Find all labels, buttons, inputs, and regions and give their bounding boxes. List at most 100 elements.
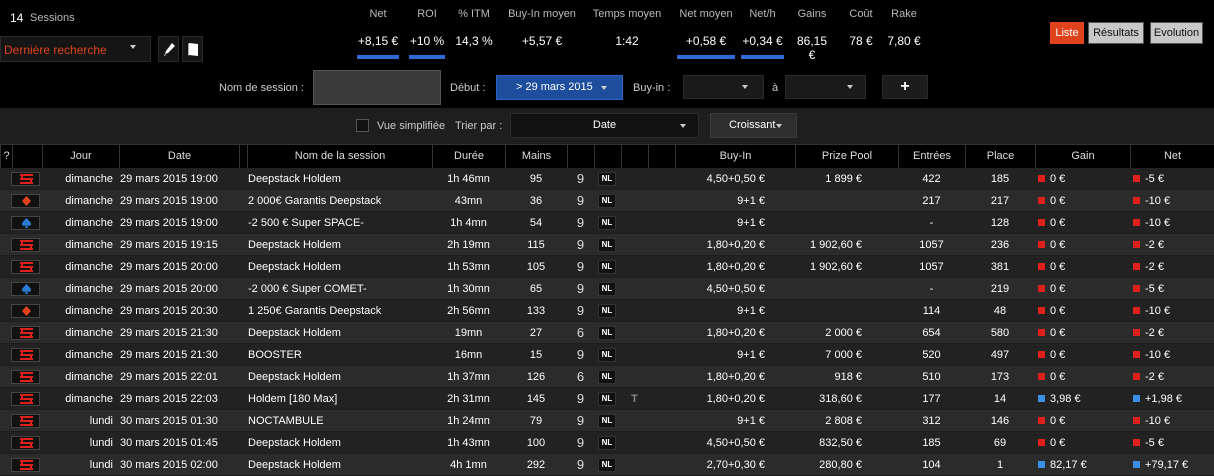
cell-day: dimanche xyxy=(65,261,113,273)
cell-day: lundi xyxy=(89,415,113,427)
stat-value: 1:42 xyxy=(615,34,639,48)
table-row[interactable]: dimanche 29 mars 2015 19:00 Deepstack Hold… xyxy=(0,168,1214,190)
buyin-min-select[interactable] xyxy=(683,75,764,99)
cell-duration: 2h 19mn xyxy=(447,239,490,251)
cell-table-size: 9 xyxy=(576,171,585,186)
filter-bar: Nom de session : Début : > 29 mars 2015 … xyxy=(0,70,1214,108)
table-row[interactable]: dimanche 29 mars 2015 20:00 -2 000 € Super… xyxy=(0,278,1214,300)
winamax-site-icon xyxy=(20,416,33,426)
cell-turbo: T xyxy=(631,393,638,405)
stat-1: ROI +10 % xyxy=(409,0,445,62)
column-header-4[interactable] xyxy=(239,145,247,169)
table-row[interactable]: dimanche 29 mars 2015 19:00 2 000€ Garanti… xyxy=(0,190,1214,212)
column-header-6[interactable]: Durée xyxy=(432,145,505,169)
column-header-11[interactable] xyxy=(648,145,675,169)
session-name-input[interactable] xyxy=(313,70,441,105)
column-header-3[interactable]: Date xyxy=(119,145,239,169)
stat-4: Temps moyen 1:42 xyxy=(591,0,663,62)
cell-duration: 1h 37mn xyxy=(447,371,490,383)
table-row[interactable]: dimanche 29 mars 2015 19:00 -2 500 € Super… xyxy=(0,212,1214,234)
view-tab-list[interactable]: Liste xyxy=(1050,22,1084,44)
cell-net: -2 € xyxy=(1133,256,1213,278)
cell-net: -5 € xyxy=(1133,432,1213,454)
table-row[interactable]: dimanche 29 mars 2015 21:30 BOOSTER 16mn 15 9… xyxy=(0,344,1214,366)
cell-table-size: 9 xyxy=(576,259,585,274)
table-row[interactable]: dimanche 29 mars 2015 20:30 1 250€ Garanti… xyxy=(0,300,1214,322)
result-marker-icon xyxy=(1133,175,1140,182)
table-row[interactable]: dimanche 29 mars 2015 21:30 Deepstack Hold… xyxy=(0,322,1214,344)
stat-value: +5,57 € xyxy=(521,34,563,48)
notes-button[interactable] xyxy=(182,36,203,62)
cell-entries: 422 xyxy=(922,173,941,185)
view-tab-results[interactable]: Résultats xyxy=(1088,22,1144,44)
column-header-13[interactable]: Prize Pool xyxy=(795,145,898,169)
cell-table-size: 9 xyxy=(576,391,585,406)
cell-turbo xyxy=(621,234,648,256)
result-marker-icon xyxy=(1038,219,1045,226)
sort-bar: Vue simplifiée Trier par : Date Croissan… xyxy=(0,108,1214,144)
column-header-9[interactable] xyxy=(594,145,621,169)
add-filter-button[interactable]: + xyxy=(882,75,928,99)
column-header-12[interactable]: Buy-In xyxy=(675,145,795,169)
table-row[interactable]: dimanche 29 mars 2015 22:03 Holdem [180 Ma… xyxy=(0,388,1214,410)
sort-field-select[interactable]: Date xyxy=(510,113,699,138)
table-row[interactable]: dimanche 29 mars 2015 19:15 Deepstack Hold… xyxy=(0,234,1214,256)
game-type-badge: NL xyxy=(598,458,616,472)
column-header-14[interactable]: Entrées xyxy=(898,145,965,169)
column-header-8[interactable] xyxy=(567,145,594,169)
column-header-10[interactable] xyxy=(621,145,648,169)
cell-place: 146 xyxy=(990,415,1010,427)
cell-turbo xyxy=(621,344,648,366)
spade-site-icon xyxy=(22,284,31,294)
net-value: -10 € xyxy=(1145,305,1171,317)
cell-table-size: 6 xyxy=(576,369,585,384)
column-header-7[interactable]: Mains xyxy=(505,145,567,169)
stat-5: Net moyen +0,58 € xyxy=(677,0,735,62)
saved-search-select[interactable]: Dernière recherche xyxy=(0,36,151,62)
cell-prize-pool: 918 € xyxy=(834,371,862,383)
result-marker-icon xyxy=(1038,285,1045,292)
table-row[interactable]: lundi 30 mars 2015 01:45 Deepstack Holdem 1… xyxy=(0,432,1214,454)
cell-day: dimanche xyxy=(65,327,113,339)
pencil-icon xyxy=(164,43,175,56)
view-tab-evolution[interactable]: Evolution xyxy=(1150,22,1203,44)
stat-value: +0,34 € xyxy=(742,34,783,48)
winamax-site-icon xyxy=(20,438,33,448)
cell-session-name: NOCTAMBULE xyxy=(248,415,324,427)
chevron-down-icon xyxy=(776,124,782,128)
edit-search-button[interactable] xyxy=(158,36,179,62)
column-header-5[interactable]: Nom de la session xyxy=(247,145,432,169)
gain-value: 0 € xyxy=(1050,327,1066,339)
column-header-2[interactable]: Jour xyxy=(42,145,119,169)
simplified-view-checkbox[interactable] xyxy=(356,119,369,132)
game-type-badge: NL xyxy=(598,260,616,274)
stat-label: Buy-In moyen xyxy=(508,8,576,20)
cell-entries: 104 xyxy=(922,459,941,471)
site-badge xyxy=(11,436,40,450)
cell-buyin: 4,50+0,50 € xyxy=(706,437,765,449)
result-marker-icon xyxy=(1133,263,1140,270)
cell-duration: 2h 31mn xyxy=(447,393,490,405)
buyin-max-select[interactable] xyxy=(785,75,866,99)
cell-hands: 65 xyxy=(529,283,543,295)
result-marker-icon xyxy=(1133,307,1140,314)
column-header-16[interactable]: Gain xyxy=(1035,145,1130,169)
table-row[interactable]: lundi 30 mars 2015 02:00 Deepstack Holdem 4… xyxy=(0,454,1214,476)
column-header-0[interactable]: ? xyxy=(0,145,12,169)
sessions-label: Sessions xyxy=(30,12,75,24)
sort-order-button[interactable]: Croissant xyxy=(710,113,797,138)
cell-entries: 520 xyxy=(922,349,941,361)
column-header-15[interactable]: Place xyxy=(965,145,1035,169)
stat-8: Coût 78 € xyxy=(846,0,876,62)
column-header-1[interactable] xyxy=(12,145,42,169)
table-row[interactable]: lundi 30 mars 2015 01:30 NOCTAMBULE 1h 24mn… xyxy=(0,410,1214,432)
cell-gain: 0 € xyxy=(1038,190,1130,212)
cell-session-name: Deepstack Holdem xyxy=(248,327,341,339)
table-row[interactable]: dimanche 29 mars 2015 20:00 Deepstack Hold… xyxy=(0,256,1214,278)
start-date-button[interactable]: > 29 mars 2015 xyxy=(496,75,623,100)
cell-place: 580 xyxy=(990,327,1010,339)
column-header-17[interactable]: Net xyxy=(1130,145,1214,169)
table-row[interactable]: dimanche 29 mars 2015 22:01 Deepstack Hold… xyxy=(0,366,1214,388)
stat-6: Net/h +0,34 € xyxy=(741,0,784,62)
gain-value: 0 € xyxy=(1050,349,1066,361)
